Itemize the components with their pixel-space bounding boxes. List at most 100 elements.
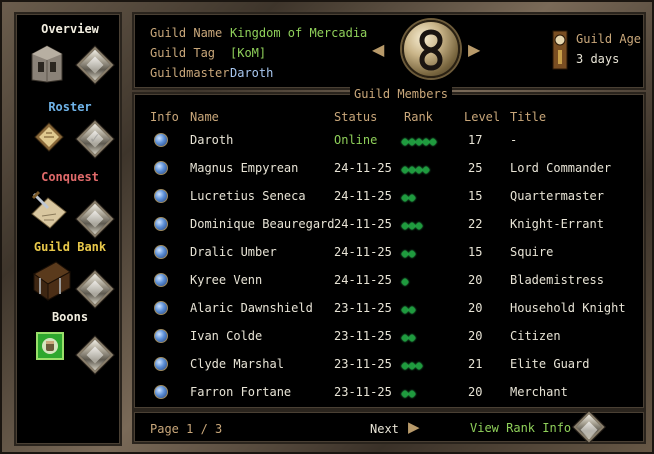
member-status: 24-11-25 [334,273,392,287]
col-header-name: Name [190,110,219,124]
table-row[interactable]: Kyree Venn 24-11-25 20 Blademistress [134,272,648,300]
member-name: Farron Fortane [190,385,292,399]
info-globe-icon[interactable] [154,189,168,203]
member-level: 15 [468,245,483,259]
rank-stars [400,162,431,174]
rank-stars [400,134,438,146]
member-level: 15 [468,189,483,203]
next-page-button[interactable]: Next [370,422,399,436]
info-globe-icon[interactable] [154,133,168,147]
member-title: Knight-Errant [510,217,604,231]
page-indicator: Page 1 / 3 [150,422,223,436]
member-name: Ivan Colde [190,329,263,343]
view-rank-info-link[interactable]: View Rank Info [470,421,571,435]
col-header-title: Title [510,110,547,124]
rank-stars [400,386,417,398]
member-name: Alaric Dawnshield [190,301,313,315]
boons-gem-button[interactable] [76,336,114,374]
info-globe-icon[interactable] [154,161,168,175]
member-status: 24-11-25 [334,189,392,203]
member-level: 20 [468,329,483,343]
member-status: 23-11-25 [334,357,392,371]
info-globe-icon[interactable] [154,273,168,287]
rank-stars [400,246,417,258]
tower-icon[interactable] [30,44,64,83]
sidebar-title-roster: Roster [48,100,92,114]
guild-header: Guild Name Kingdom of Mercadia Guild Tag… [132,12,646,90]
emblem-prev-arrow-icon[interactable]: ◀ [372,40,384,59]
rank-stars [400,330,417,342]
rank-star-icon [400,277,410,286]
member-status: 24-11-25 [334,161,392,175]
member-title: Citizen [510,329,561,343]
rank-star-icon [407,193,417,202]
table-row[interactable]: Ivan Colde 23-11-25 20 Citizen [134,328,648,356]
member-title: Elite Guard [510,357,590,371]
conquest-gem-button[interactable] [76,200,114,238]
member-level: 20 [468,385,483,399]
table-row[interactable]: Alaric Dawnshield 23-11-25 20 Household Kni… [134,300,648,328]
rank-star-icon [407,333,417,342]
info-globe-icon[interactable] [154,385,168,399]
next-arrow-icon[interactable]: ▶ [408,418,420,436]
member-status: 23-11-25 [334,385,392,399]
guild-name-label: Guild Name [150,26,223,40]
table-row[interactable]: Dralic Umber 24-11-25 15 Squire [134,244,648,272]
rank-star-icon [407,389,417,398]
member-name: Dralic Umber [190,245,277,259]
chest-icon[interactable] [30,258,71,301]
table-row[interactable]: Dominique Beauregard 24-11-25 22 Knight-Err… [134,216,648,244]
rank-star-icon [414,221,424,230]
member-name: Dominique Beauregard [190,217,335,231]
member-level: 17 [468,133,483,147]
info-globe-icon[interactable] [154,301,168,315]
table-row[interactable]: Clyde Marshal 23-11-25 21 Elite Guard [134,356,648,384]
member-status: 24-11-25 [334,245,392,259]
rank-star-icon [407,305,417,314]
overview-gem-button[interactable] [76,46,114,84]
rank-stars [400,190,417,202]
member-title: Blademistress [510,273,604,287]
members-section-title: Guild Members [350,87,452,101]
member-level: 22 [468,217,483,231]
info-globe-icon[interactable] [154,357,168,371]
member-level: 25 [468,161,483,175]
guild-name-value: Kingdom of Mercadia [230,26,368,40]
guild-age-value: 3 days [576,52,620,66]
member-title: Household Knight [510,301,626,315]
table-row[interactable]: Magnus Empyrean 24-11-25 25 Lord Commander [134,160,648,188]
grandfather-clock-icon [552,30,568,73]
table-row[interactable]: Farron Fortane 23-11-25 20 Merchant [134,384,648,412]
guildmaster-value: Daroth [230,66,274,80]
roster-check-button[interactable]: ✓ [76,120,114,158]
rank-star-icon [421,165,431,174]
rank-star-icon [407,249,417,258]
member-title: Lord Commander [510,161,612,175]
table-row[interactable]: Daroth Online 17 - [134,132,648,160]
col-header-status: Status [334,110,378,124]
check-icon: ✓ [89,131,101,147]
guild-tag-label: Guild Tag [150,46,216,60]
guild-bank-gem-button[interactable] [76,270,114,308]
info-globe-icon[interactable] [154,329,168,343]
member-name: Clyde Marshal [190,357,284,371]
rank-info-gem-button[interactable] [573,411,605,443]
map-icon[interactable] [30,190,67,229]
member-status: 23-11-25 [334,301,392,315]
table-row[interactable]: Lucretius Seneca 24-11-25 15 Quartermaster [134,188,648,216]
sidebar-title-overview: Overview [41,22,99,36]
rank-star-icon [428,137,438,146]
guild-age-label: Guild Age [576,32,642,46]
sidebar-title-guild-bank: Guild Bank [33,240,107,254]
member-name: Magnus Empyrean [190,161,299,175]
col-header-info: Info [150,110,179,124]
col-header-rank: Rank [404,110,433,124]
pager-footer: Page 1 / 3 Next ▶ View Rank Info [132,410,646,444]
info-globe-icon[interactable] [154,217,168,231]
fist-icon[interactable] [36,332,64,360]
guild-emblem-icon [402,20,460,78]
emblem-next-arrow-icon[interactable]: ▶ [468,40,480,59]
book-icon[interactable] [32,120,66,154]
info-globe-icon[interactable] [154,245,168,259]
member-status: 24-11-25 [334,217,392,231]
